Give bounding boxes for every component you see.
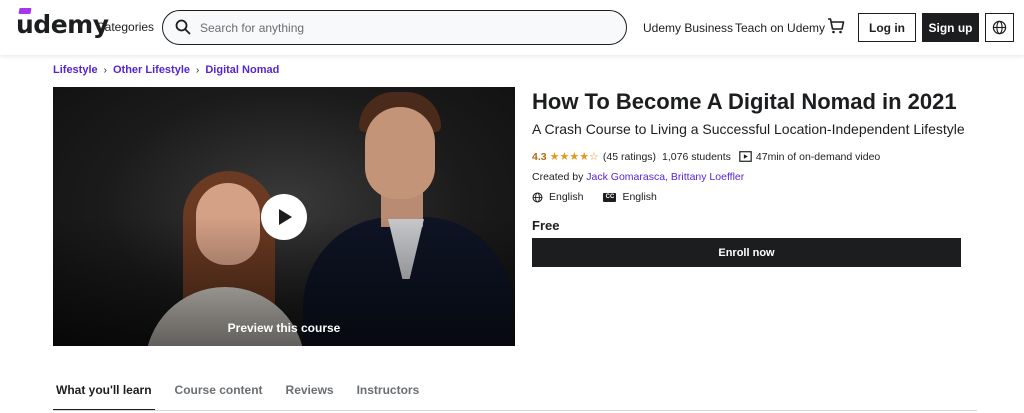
course-title: How To Become A Digital Nomad in 2021	[532, 89, 957, 114]
created-by: Created by Jack Gomarasca, Brittany Loef…	[532, 171, 744, 183]
tabs-divider	[53, 410, 977, 411]
video-length: 47min of on-demand video	[755, 150, 881, 163]
globe-icon	[992, 20, 1007, 35]
play-icon	[279, 209, 292, 225]
chevron-right-icon: ›	[103, 64, 107, 76]
breadcrumb: Lifestyle › Other Lifestyle › Digital No…	[53, 64, 279, 76]
udemy-business-link[interactable]: Udemy Business	[643, 21, 733, 35]
breadcrumb-item-other-lifestyle[interactable]: Other Lifestyle	[113, 64, 190, 76]
instructor-link-jack[interactable]: Jack Gomarasca	[586, 171, 665, 183]
rating-value: 4.3	[532, 150, 547, 163]
caption-language: English	[622, 191, 657, 203]
logo-text: udemy	[16, 10, 109, 39]
enroll-now-button[interactable]: Enroll now	[532, 238, 961, 267]
header: udemy Categories Udemy Business Teach on…	[0, 0, 1024, 55]
search-bar[interactable]	[162, 10, 627, 45]
students-count: 1,076 students	[662, 150, 731, 163]
course-tabs: What you'll learn Course content Reviews…	[53, 375, 439, 411]
course-price: Free	[532, 218, 560, 233]
tab-instructors[interactable]: Instructors	[354, 375, 423, 411]
play-button[interactable]	[261, 194, 307, 240]
cart-icon[interactable]	[827, 17, 845, 35]
star-rating-icon: ★★★★☆	[549, 151, 599, 163]
teach-on-udemy-link[interactable]: Teach on Udemy	[735, 21, 825, 35]
course-language: English	[549, 191, 584, 203]
signup-button[interactable]: Sign up	[922, 13, 979, 42]
breadcrumb-item-lifestyle[interactable]: Lifestyle	[53, 64, 98, 76]
tab-course-content[interactable]: Course content	[172, 375, 266, 411]
globe-icon	[532, 192, 543, 202]
course-preview-video[interactable]: Preview this course	[53, 87, 515, 346]
categories-menu[interactable]: Categories	[96, 20, 154, 34]
login-button[interactable]: Log in	[858, 13, 916, 42]
breadcrumb-item-digital-nomad[interactable]: Digital Nomad	[205, 64, 279, 76]
search-input[interactable]	[200, 19, 600, 37]
language-info: English CC English	[532, 191, 657, 203]
preview-this-course-label[interactable]: Preview this course	[53, 321, 515, 335]
course-subtitle: A Crash Course to Living a Successful Lo…	[532, 121, 965, 137]
tab-what-youll-learn[interactable]: What you'll learn	[53, 375, 155, 411]
logo-hat-icon	[18, 8, 32, 14]
created-by-label: Created by	[532, 171, 584, 183]
chevron-right-icon: ›	[196, 64, 200, 76]
search-icon[interactable]	[175, 19, 191, 35]
language-button[interactable]	[985, 13, 1014, 42]
closed-captions-icon: CC	[603, 192, 617, 202]
udemy-logo[interactable]: udemy	[16, 8, 109, 39]
course-meta: 4.3 ★★★★☆ (45 ratings) 1,076 students 47…	[532, 150, 881, 164]
tab-reviews[interactable]: Reviews	[283, 375, 337, 411]
instructor-link-brittany[interactable]: Brittany Loeffler	[671, 171, 744, 183]
video-icon	[739, 151, 752, 162]
ratings-count[interactable]: (45 ratings)	[603, 151, 656, 163]
